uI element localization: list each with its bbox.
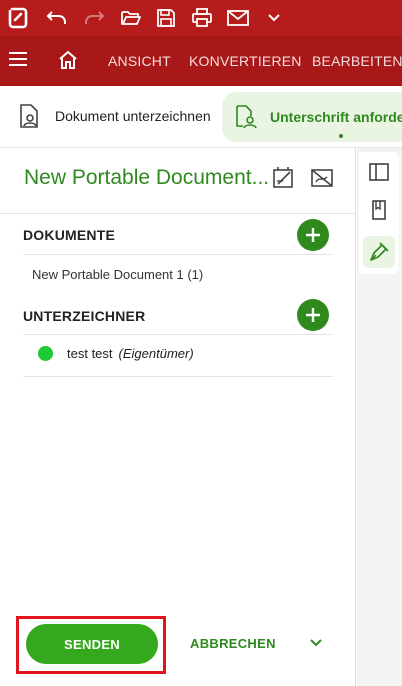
panel-layout-icon[interactable] <box>367 160 391 184</box>
side-tab-group <box>359 152 399 274</box>
plus-icon <box>306 228 320 242</box>
hamburger-menu-icon[interactable] <box>9 52 27 66</box>
quick-access-toolbar <box>0 0 402 36</box>
panel-title: New Portable Document... <box>24 166 270 189</box>
divider <box>0 213 356 214</box>
app-logo-icon[interactable] <box>6 6 30 30</box>
tab-request-signature[interactable]: Unterschrift anfordern <box>222 92 402 142</box>
signature-request-panel: New Portable Document... DOKUMENTE New P… <box>0 148 356 686</box>
tab-sign-document-label: Dokument unterzeichnen <box>55 108 211 124</box>
panel-footer: SENDEN ABBRECHEN <box>0 610 356 686</box>
divider <box>23 376 333 377</box>
send-button[interactable]: SENDEN <box>26 624 158 664</box>
document-sign-icon <box>18 103 42 129</box>
signer-status-dot <box>38 346 53 361</box>
cancel-button[interactable]: ABBRECHEN <box>190 636 276 651</box>
documents-section-header: DOKUMENTE <box>23 227 116 243</box>
chevron-down-icon[interactable] <box>262 6 286 30</box>
tab-request-signature-label: Unterschrift anfordern <box>270 109 402 125</box>
signer-list-item[interactable]: test test (Eigentümer) <box>38 346 194 361</box>
signer-role: (Eigentümer) <box>118 346 194 361</box>
plus-icon <box>306 308 320 322</box>
home-icon[interactable] <box>58 50 78 70</box>
signers-section-header: UNTERZEICHNER <box>23 308 146 324</box>
menu-item-bearbeiten[interactable]: BEARBEITEN <box>312 53 402 69</box>
add-document-button[interactable] <box>297 219 329 251</box>
ribbon-menu: ANSICHT KONVERTIEREN BEARBEITEN <box>0 36 402 86</box>
active-tab-indicator <box>339 134 343 138</box>
redo-icon[interactable] <box>82 6 106 30</box>
bookmark-icon[interactable] <box>367 198 391 222</box>
menu-item-ansicht[interactable]: ANSICHT <box>108 53 171 69</box>
document-list-item[interactable]: New Portable Document 1 (1) <box>32 267 203 282</box>
undo-icon[interactable] <box>45 6 69 30</box>
menu-item-konvertieren[interactable]: KONVERTIEREN <box>189 53 302 69</box>
request-signature-icon <box>234 104 258 130</box>
mail-icon[interactable] <box>226 6 250 30</box>
signature-off-icon[interactable] <box>310 166 334 190</box>
save-icon[interactable] <box>154 6 178 30</box>
right-side-strip <box>357 148 402 686</box>
edit-fields-icon[interactable] <box>271 166 295 190</box>
tab-sign-document[interactable]: Dokument unterzeichnen <box>18 102 211 130</box>
sign-tab-bar: Dokument unterzeichnen Unterschrift anfo… <box>0 86 402 148</box>
divider <box>23 334 333 335</box>
add-signer-button[interactable] <box>297 299 329 331</box>
chevron-down-icon[interactable] <box>307 634 325 652</box>
open-folder-icon[interactable] <box>119 6 143 30</box>
divider <box>23 254 333 255</box>
signer-name: test test <box>67 346 113 361</box>
signature-pen-icon[interactable] <box>363 236 395 268</box>
print-icon[interactable] <box>190 6 214 30</box>
